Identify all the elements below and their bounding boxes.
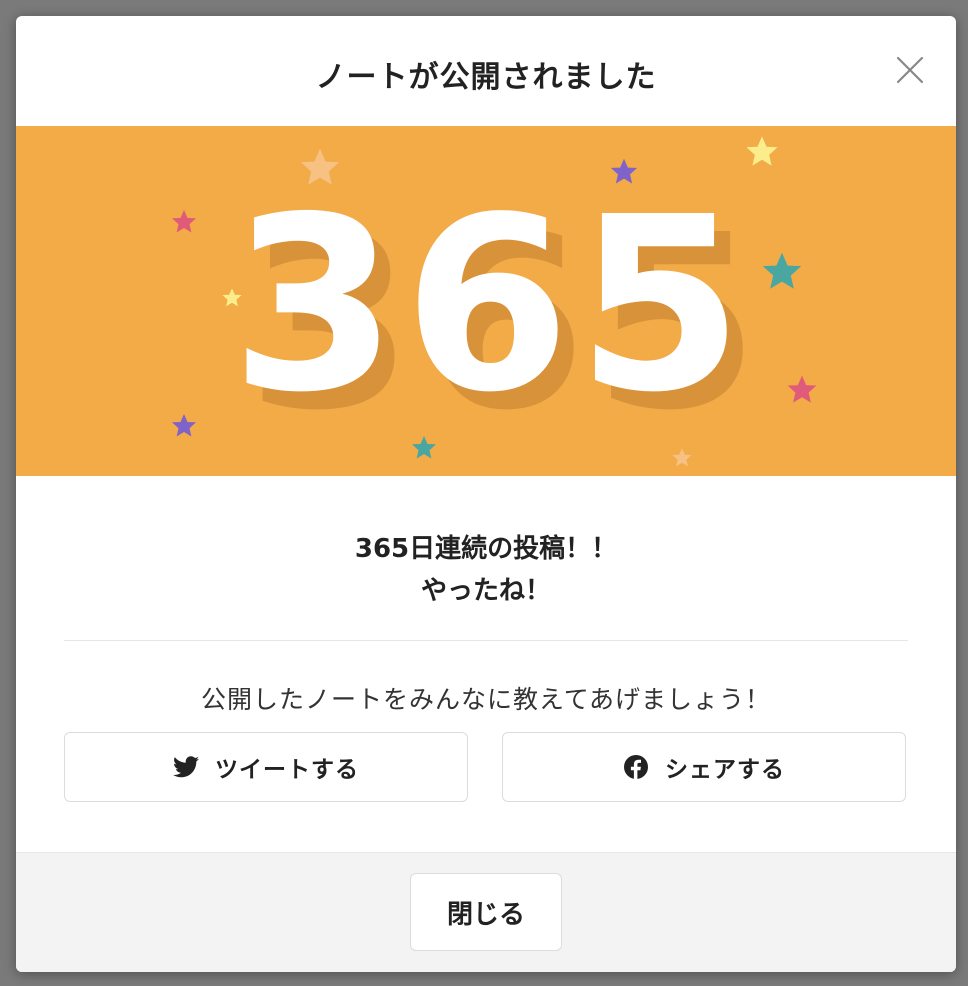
modal-title: ノートが公開されました xyxy=(315,60,657,95)
close-button[interactable] xyxy=(894,54,926,86)
facebook-icon xyxy=(624,755,648,780)
share-prompt: 公開したノートをみんなに教えてあげましょう！ xyxy=(200,685,771,714)
tweet-button[interactable]: ツイートする xyxy=(64,732,468,802)
celebration-banner: 365 365 xyxy=(16,126,956,476)
congrats-message: やったね！ xyxy=(420,576,551,606)
close-icon xyxy=(896,56,924,84)
divider xyxy=(64,640,908,641)
facebook-share-button[interactable]: シェアする xyxy=(502,732,906,802)
twitter-icon xyxy=(173,756,199,778)
publish-modal: ノートが公開されました 365 365 365日連続の投稿！！ やったね！ 公開… xyxy=(16,16,956,972)
modal-header: ノートが公開されました xyxy=(16,16,956,126)
tweet-label: ツイートする xyxy=(215,757,359,783)
streak-message: 365日連続の投稿！！ xyxy=(354,534,618,564)
modal-footer: 閉じる xyxy=(16,852,956,972)
close-footer-button[interactable]: 閉じる xyxy=(410,873,562,951)
banner-illustration: 365 365 xyxy=(172,136,817,467)
share-label: シェアする xyxy=(665,757,785,783)
streak-number: 365 xyxy=(231,165,750,445)
